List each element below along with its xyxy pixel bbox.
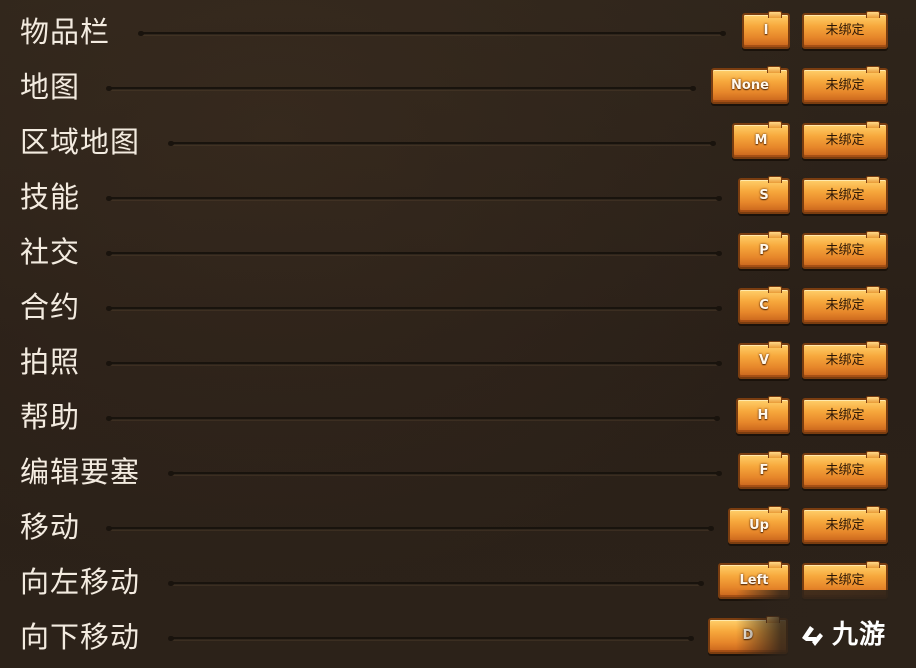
keybind-row-photo: 拍照 V 未绑定 (0, 334, 916, 389)
keybind-row-skills: 技能 S 未绑定 (0, 169, 916, 224)
action-label: 向下移动 (20, 620, 141, 654)
watermark-logo: 九游 (796, 614, 886, 652)
row-divider-line (106, 306, 722, 311)
row-divider-line (168, 471, 722, 476)
row-divider-line (106, 251, 722, 256)
watermark-text: 九游 (832, 620, 887, 650)
row-divider-line (106, 416, 720, 421)
primary-key-button[interactable]: S (738, 176, 790, 214)
action-label: 地图 (20, 70, 81, 104)
action-label: 移动 (20, 510, 81, 544)
jiuyou-logo-icon (802, 625, 823, 646)
action-label: 社交 (20, 235, 81, 269)
keybind-row-area-map: 区域地图 M 未绑定 (0, 114, 916, 169)
secondary-key-button[interactable]: 未绑定 (802, 66, 888, 104)
secondary-key-button[interactable]: 未绑定 (802, 341, 888, 379)
secondary-key-button[interactable]: 未绑定 (802, 506, 888, 544)
keybind-row-move: 移动 Up 未绑定 (0, 499, 916, 554)
keybindings-panel: 物品栏 I 未绑定 地图 None 未绑定 区域地图 M 未绑定 技能 S 未绑… (0, 0, 916, 668)
keybind-row-edit-fortress: 编辑要塞 F 未绑定 (0, 444, 916, 499)
keybind-row-help: 帮助 H 未绑定 (0, 389, 916, 444)
primary-key-button[interactable]: V (738, 341, 790, 379)
action-label: 拍照 (20, 345, 81, 379)
action-label: 物品栏 (20, 15, 111, 49)
primary-key-button[interactable]: H (736, 396, 790, 434)
row-divider-line (168, 636, 694, 641)
secondary-key-button[interactable]: 未绑定 (802, 451, 888, 489)
secondary-key-button[interactable]: 未绑定 (802, 396, 888, 434)
keybind-row-inventory: 物品栏 I 未绑定 (0, 4, 916, 59)
primary-key-button[interactable]: M (732, 121, 790, 159)
secondary-key-button[interactable]: 未绑定 (802, 121, 888, 159)
action-label: 技能 (20, 180, 81, 214)
action-label: 合约 (20, 290, 81, 324)
keybind-row-contracts: 合约 C 未绑定 (0, 279, 916, 334)
primary-key-button[interactable]: C (738, 286, 790, 324)
primary-key-button[interactable]: F (738, 451, 790, 489)
action-label: 区域地图 (20, 125, 141, 159)
row-divider-line (106, 361, 722, 366)
secondary-key-button[interactable]: 未绑定 (802, 231, 888, 269)
primary-key-button[interactable]: I (742, 11, 790, 49)
row-divider-line (106, 526, 714, 531)
secondary-key-button[interactable]: 未绑定 (802, 176, 888, 214)
primary-key-button[interactable]: None (711, 66, 789, 104)
row-divider-line (168, 581, 704, 586)
row-divider-line (106, 196, 722, 201)
primary-key-button[interactable]: P (738, 231, 790, 269)
action-label: 向左移动 (20, 565, 141, 599)
primary-key-button[interactable]: Up (728, 506, 790, 544)
keybind-row-social: 社交 P 未绑定 (0, 224, 916, 279)
row-divider-line (168, 141, 716, 146)
row-divider-line (106, 86, 696, 91)
action-label: 帮助 (20, 400, 81, 434)
keybind-row-map: 地图 None 未绑定 (0, 59, 916, 114)
action-label: 编辑要塞 (20, 455, 141, 489)
row-divider-line (138, 31, 726, 36)
secondary-key-button[interactable]: 未绑定 (802, 286, 888, 324)
secondary-key-button[interactable]: 未绑定 (802, 11, 888, 49)
